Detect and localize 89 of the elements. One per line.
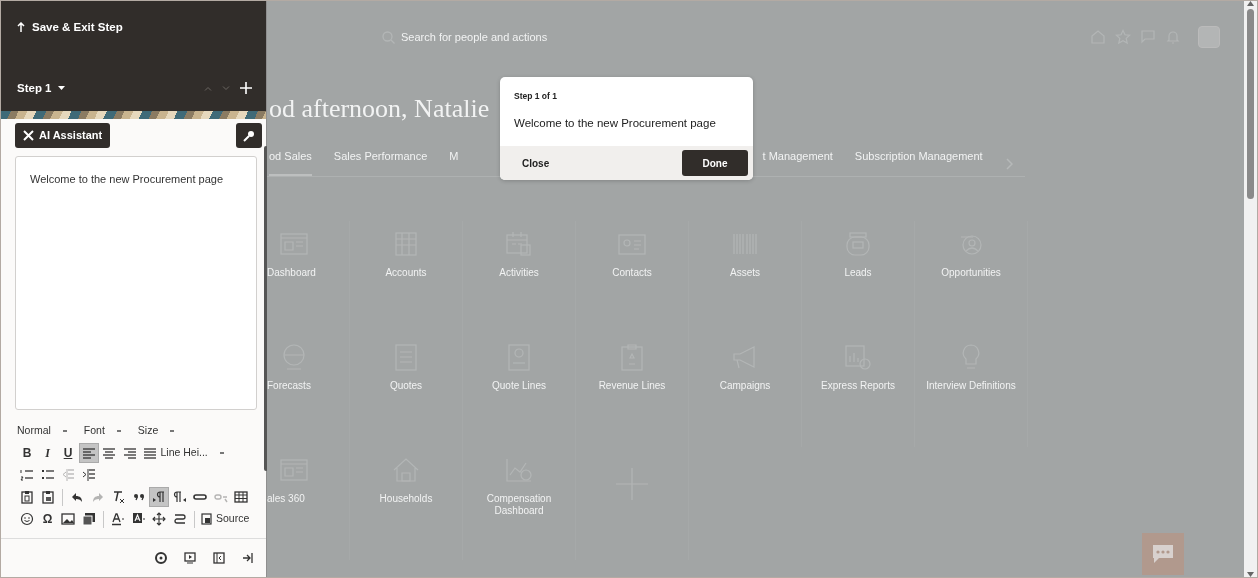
- image-icon: [61, 512, 75, 526]
- caret-icon: [116, 430, 121, 432]
- scroll-down-icon[interactable]: [1247, 572, 1254, 577]
- caret-icon: [62, 430, 67, 432]
- tile-label[interactable]: Interview Definitions: [926, 380, 1016, 392]
- page-tab[interactable]: Sales Performance: [333, 147, 428, 176]
- tile-label[interactable]: Households: [379, 493, 433, 505]
- up-arrow-icon: [17, 22, 25, 34]
- scrollbar-thumb[interactable]: [1247, 9, 1254, 199]
- close-button[interactable]: Close: [508, 151, 564, 175]
- clipboard-icon: [40, 490, 55, 504]
- panel-toggle-button[interactable]: [211, 550, 227, 566]
- background-color-icon: [131, 512, 146, 526]
- save-exit-button[interactable]: Save & Exit Step: [17, 19, 252, 37]
- text-color-icon: [111, 512, 125, 526]
- chevron-down-icon: [222, 85, 230, 91]
- caret-icon: [170, 430, 175, 432]
- tile-label[interactable]: ales 360: [267, 493, 305, 505]
- clear-format-icon: [111, 490, 125, 504]
- paragraph-rtl-icon: [172, 490, 187, 504]
- chat-button[interactable]: [1142, 533, 1184, 575]
- clipboard-icon: [20, 490, 34, 504]
- plus-icon: [240, 82, 252, 95]
- align-left-button[interactable]: [78, 443, 99, 463]
- numbered-list-icon: [20, 468, 34, 482]
- exit-icon: [242, 552, 254, 564]
- outdent-icon: [61, 468, 75, 482]
- indent-icon: [81, 468, 96, 482]
- tile-label[interactable]: Activities: [499, 267, 539, 279]
- align-center-icon: [102, 446, 116, 460]
- tile-label[interactable]: Assets: [730, 267, 760, 279]
- align-right-icon: [122, 446, 137, 460]
- settings-button[interactable]: [153, 550, 169, 566]
- special-character-button[interactable]: Ω: [37, 509, 58, 529]
- table-icon: [234, 490, 248, 504]
- page-tab[interactable]: t Management: [762, 147, 833, 176]
- key-button[interactable]: [236, 123, 262, 148]
- align-left-icon: [81, 446, 96, 460]
- caret-icon: [219, 452, 224, 454]
- maximize-icon: [152, 512, 166, 526]
- justify-icon: [143, 446, 157, 460]
- italic-button[interactable]: I: [37, 443, 58, 463]
- tile-label[interactable]: Accounts: [385, 267, 427, 279]
- tile-label[interactable]: Dashboard: [267, 267, 316, 279]
- toolbar-dropdown[interactable]: Size: [137, 423, 175, 439]
- tile-label[interactable]: Compensation Dashboard: [469, 493, 569, 517]
- tile-label[interactable]: Opportunities: [941, 267, 1001, 279]
- tile-label[interactable]: Revenue Lines: [598, 380, 666, 392]
- source-button[interactable]: Source: [199, 511, 252, 527]
- tile-label[interactable]: Campaigns: [719, 380, 771, 392]
- speech-bubble-icon: [1151, 544, 1175, 564]
- preview-button[interactable]: [182, 550, 198, 566]
- toolbar-dropdown[interactable]: Normal: [17, 423, 67, 439]
- done-button[interactable]: Done: [682, 150, 748, 176]
- step-counter: Step 1 of 1: [513, 90, 558, 103]
- text-editor-field[interactable]: Welcome to the new Procurement page: [15, 156, 257, 410]
- tile-label[interactable]: Contacts: [612, 267, 652, 279]
- underline-button[interactable]: U: [58, 443, 78, 463]
- document-icon: [201, 513, 212, 525]
- chevron-up-icon: [204, 85, 212, 91]
- key-icon: [243, 129, 255, 142]
- bold-button[interactable]: B: [17, 443, 37, 463]
- ai-assistant-button[interactable]: AI Assistant: [15, 123, 111, 148]
- toolbar-dropdown[interactable]: Line Hei...: [160, 445, 224, 461]
- tile-label[interactable]: Quote Lines: [492, 380, 546, 392]
- page-tab[interactable]: Subscription Management: [854, 147, 983, 176]
- toolbar-dropdown[interactable]: Font: [83, 423, 121, 439]
- tile-label[interactable]: Express Reports: [821, 380, 895, 392]
- search-field[interactable]: Search for people and actions: [382, 28, 548, 46]
- caret-icon: [57, 86, 65, 91]
- dialog-message: Welcome to the new Procurement page: [513, 115, 717, 131]
- exit-button[interactable]: [240, 550, 256, 566]
- bulleted-list-icon: [40, 468, 55, 482]
- tile-label[interactable]: Forecasts: [267, 380, 311, 392]
- scroll-up-icon[interactable]: [1247, 1, 1254, 6]
- page-tab[interactable]: od Sales: [269, 147, 312, 176]
- redo-icon: [90, 490, 105, 504]
- settings-icon: [155, 552, 167, 564]
- tile-label[interactable]: Leads: [844, 267, 872, 279]
- show-blocks-icon: [172, 512, 187, 526]
- side-panel-icon: [213, 552, 225, 564]
- page-tab[interactable]: M: [449, 147, 459, 176]
- paragraph-ltr-button[interactable]: [149, 487, 169, 507]
- step-dropdown[interactable]: Step 1: [17, 79, 65, 97]
- tile-label[interactable]: Quotes: [389, 380, 423, 392]
- smiley-icon: [20, 512, 34, 526]
- paragraph-ltr-icon: [152, 490, 166, 504]
- greeting-heading: od afternoon, Natalie: [269, 93, 490, 125]
- preview-icon: [184, 552, 196, 564]
